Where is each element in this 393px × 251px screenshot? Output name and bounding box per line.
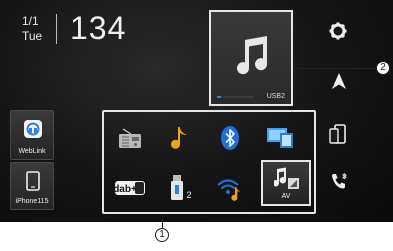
dab-icon: dab+: [114, 181, 145, 195]
weblink-button[interactable]: WebLink: [10, 110, 54, 160]
date-day: 1/1: [22, 14, 39, 28]
music-note-icon: [237, 36, 268, 75]
weblink-icon: [24, 120, 42, 138]
callout-1: 1: [155, 228, 169, 242]
callout-1-line: [162, 214, 163, 228]
progress-fill: [217, 96, 221, 98]
weblink-label: WebLink: [18, 148, 46, 155]
music-note-icon: [171, 127, 187, 149]
iphone-device-button[interactable]: iPhone115: [10, 162, 54, 210]
bluetooth-source-button[interactable]: [210, 118, 250, 158]
date-separator: [56, 14, 57, 44]
progress-track: [217, 96, 253, 98]
usb-icon: 2: [171, 175, 192, 200]
date-display: 1/1 Tue: [22, 14, 42, 44]
bluetooth-icon: [221, 126, 239, 150]
usb-number: 2: [186, 190, 191, 200]
phone-icon: [26, 171, 40, 191]
phone-mirror-icon[interactable]: [329, 124, 347, 146]
radio-icon: [119, 128, 141, 148]
iphone-label: iPhone115: [15, 198, 49, 205]
dab-source-button[interactable]: dab+: [110, 168, 150, 208]
navigation-arrow-icon[interactable]: [331, 72, 347, 90]
screen-mirror-icon: [267, 128, 293, 148]
date-weekday: Tue: [22, 29, 43, 43]
av-music-icon: [274, 167, 299, 189]
radio-source-button[interactable]: [110, 118, 150, 158]
wireless-audio-source-button[interactable]: [210, 168, 250, 208]
dab-label: dab+: [114, 184, 137, 195]
music-source-button[interactable]: [160, 118, 200, 158]
clock: 134: [70, 10, 127, 46]
head-unit-screen: 1/1 Tue 134 USB2 WebLink iPhone115 dab+ …: [0, 0, 393, 222]
source-label: USB2: [266, 93, 285, 100]
callout-2: 2: [376, 61, 390, 75]
av-button[interactable]: AV: [261, 160, 311, 206]
usb-source-button[interactable]: 2: [160, 168, 200, 208]
callout-2-line: [293, 68, 376, 69]
mirroring-source-button[interactable]: [260, 118, 300, 158]
bluetooth-phone-icon[interactable]: [329, 172, 349, 192]
wifi-music-icon: [217, 179, 241, 201]
gear-icon[interactable]: [329, 22, 347, 40]
now-playing-tile[interactable]: USB2: [209, 10, 293, 106]
av-label: AV: [281, 193, 291, 200]
